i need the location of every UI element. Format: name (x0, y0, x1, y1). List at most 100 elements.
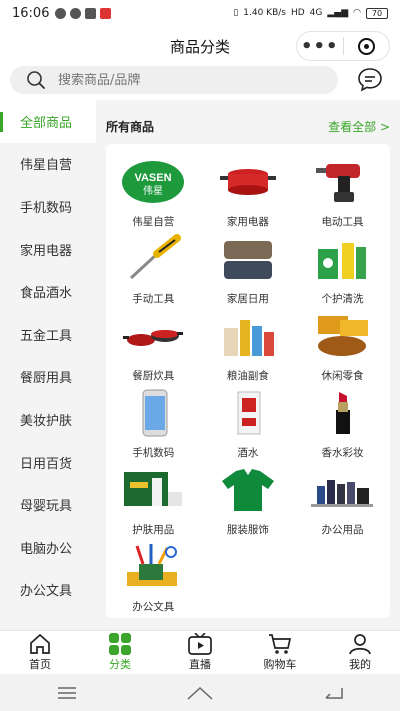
category-label: 手机数码 (132, 447, 175, 459)
category-personal-care[interactable]: 个护清洗 (295, 233, 390, 310)
sidebar-item-all[interactable]: 全部商品 (0, 100, 96, 143)
office-supplies-icon (309, 464, 375, 516)
tab-category[interactable]: 分类 (80, 631, 160, 674)
app-icon (85, 7, 97, 19)
svg-text:伟星: 伟星 (143, 184, 163, 197)
tab-label: 购物车 (263, 658, 297, 671)
sidebar-item-label: 电脑办公 (20, 541, 73, 557)
sidebar-item-vasen-self[interactable]: 伟星自营 (0, 143, 96, 186)
category-phones[interactable]: 手机数码 (106, 387, 201, 464)
vasen-logo: VASEN 伟星 (120, 156, 186, 208)
sidebar-item-label: 母婴玩具 (20, 499, 73, 515)
notification-icons (55, 7, 112, 19)
category-label: 个护清洗 (321, 293, 364, 305)
sidebar-item-label: 全部商品 (20, 115, 73, 131)
category-label: 餐厨炊具 (132, 370, 175, 382)
sidebar-item-hardware[interactable]: 五金工具 (0, 313, 96, 356)
notify-icon (55, 7, 67, 19)
category-label: 办公文具 (132, 601, 175, 613)
sidebar-item-stationery[interactable]: 办公文具 (0, 569, 96, 612)
category-label: 办公用品 (321, 524, 364, 536)
cart-icon (269, 634, 292, 654)
sidebar-item-food-drink[interactable]: 食品酒水 (0, 270, 96, 313)
menu-icon (57, 686, 76, 699)
category-label: 服装服饰 (226, 524, 269, 536)
category-label: 粮油副食 (226, 370, 269, 382)
sidebar-item-beauty[interactable]: 美妆护肤 (0, 398, 96, 441)
sidebar-item-kitchen[interactable]: 餐厨用具 (0, 356, 96, 399)
liquor-icon (215, 387, 281, 439)
category-perfume[interactable]: 香水彩妆 (295, 387, 390, 464)
back-nav-button[interactable] (313, 683, 353, 703)
message-icon[interactable] (356, 66, 384, 94)
category-power-tools[interactable]: 电动工具 (295, 156, 390, 233)
category-panel: VASEN 伟星 伟星自营 家用电器 电动工具 手动工具 家居日用 个护清洗 餐… (106, 144, 390, 618)
status-time: 16:06 (12, 5, 50, 21)
tab-cart[interactable]: 购物车 (240, 631, 320, 674)
more-menu-button[interactable]: ••• (297, 36, 343, 57)
sidebar-item-computer[interactable]: 电脑办公 (0, 526, 96, 569)
sidebar-item-phones[interactable]: 手机数码 (0, 185, 96, 228)
sidebar-item-label: 五金工具 (20, 328, 73, 344)
sidebar-item-label: 家用电器 (20, 243, 73, 259)
tab-profile[interactable]: 我的 (320, 631, 400, 674)
screwdriver-icon (120, 233, 186, 285)
category-label: 护肤用品 (132, 524, 175, 536)
section-title: 所有商品 (106, 119, 155, 134)
toothpaste-icon (309, 233, 375, 285)
category-home-goods[interactable]: 家居日用 (201, 233, 296, 310)
category-cookware[interactable]: 餐厨炊具 (106, 310, 201, 387)
category-liquor[interactable]: 酒水 (201, 387, 296, 464)
home-outline-icon (187, 686, 213, 700)
category-label: 电动工具 (321, 216, 364, 228)
category-skincare[interactable]: 护肤用品 (106, 464, 201, 541)
sidebar-item-baby-toys[interactable]: 母婴玩具 (0, 483, 96, 526)
sidebar-item-appliances[interactable]: 家用电器 (0, 228, 96, 271)
tab-label: 分类 (109, 658, 131, 671)
polo-shirt-icon (215, 464, 281, 516)
menu-nav-button[interactable] (47, 683, 87, 703)
lipstick-icon (309, 387, 375, 439)
category-label: 伟星自营 (132, 216, 175, 228)
sidebar-item-label: 餐厨用具 (20, 371, 73, 387)
category-hand-tools[interactable]: 手动工具 (106, 233, 201, 310)
sidebar-item-daily[interactable]: 日用百货 (0, 441, 96, 484)
search-icon (27, 71, 45, 89)
app-red-icon (100, 7, 112, 19)
category-appliances[interactable]: 家用电器 (201, 156, 296, 233)
home-icon (30, 633, 50, 654)
category-stationery[interactable]: 办公文具 (106, 541, 201, 618)
category-snacks[interactable]: 休闲零食 (295, 310, 390, 387)
tab-home[interactable]: 首页 (0, 631, 80, 674)
signal-icon: ▂▄▆ (327, 8, 349, 18)
tab-live[interactable]: 直播 (160, 631, 240, 674)
hd-badge: HD (290, 8, 305, 18)
groceries-icon (215, 310, 281, 362)
category-office-supplies[interactable]: 办公用品 (295, 464, 390, 541)
category-vasen[interactable]: VASEN 伟星 伟星自营 (106, 156, 201, 233)
search-box[interactable] (10, 66, 338, 94)
search-row (0, 66, 400, 100)
sidebar-item-label: 美妆护肤 (20, 413, 73, 429)
stationery-icon (120, 541, 186, 593)
category-grain-oil[interactable]: 粮油副食 (201, 310, 296, 387)
svg-text:VASEN: VASEN (135, 172, 172, 184)
snacks-icon (309, 310, 375, 362)
close-miniprogram-button[interactable] (344, 37, 390, 55)
header: 商品分类 ••• (0, 26, 400, 66)
tab-label: 我的 (349, 658, 371, 671)
category-label: 手动工具 (132, 293, 175, 305)
home-nav-button[interactable] (180, 683, 220, 703)
content-header: 所有商品 查看全部 > (106, 108, 390, 144)
view-all-link[interactable]: 查看全部 > (328, 118, 390, 135)
category-apparel[interactable]: 服装服饰 (201, 464, 296, 541)
category-label: 酒水 (237, 447, 259, 459)
user-icon (349, 634, 371, 655)
bottom-tab-bar: 首页 分类 直播 购物车 我的 (0, 630, 400, 674)
wifi-icon: ◠ (353, 8, 361, 18)
category-label: 休闲零食 (321, 370, 364, 382)
battery-icon: 70 (366, 7, 388, 19)
network-speed: 1.40 KB/s (243, 8, 286, 18)
pots-icon (120, 310, 186, 362)
search-input[interactable] (58, 72, 298, 88)
